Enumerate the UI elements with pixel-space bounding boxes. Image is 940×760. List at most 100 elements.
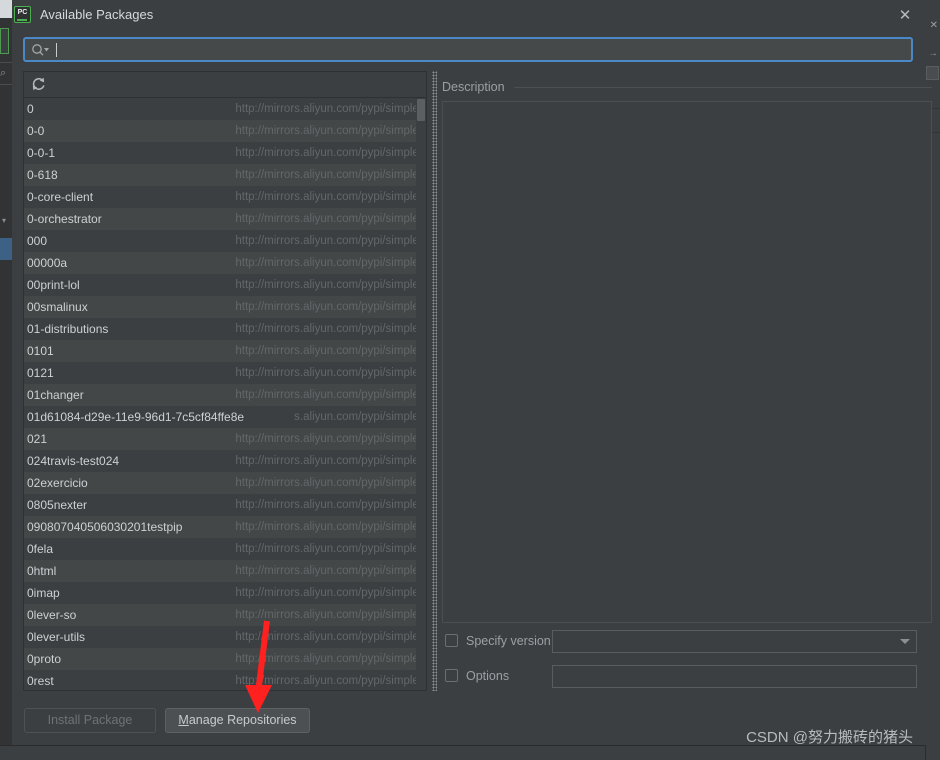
package-name: 0121 [27,366,54,380]
ide-right-arrow-icon: → [928,48,938,59]
package-repository-url: http://mirrors.aliyun.com/pypi/simple/ [235,235,422,247]
table-row[interactable]: 0-orchestrator http://mirrors.aliyun.com/… [24,208,426,230]
package-name: 0-0-1 [27,146,56,160]
table-row[interactable]: 0proto http://mirrors.aliyun.com/pypi/sim… [24,648,426,670]
table-row[interactable]: 0imap http://mirrors.aliyun.com/pypi/simp… [24,582,426,604]
package-repository-url: s.aliyun.com/pypi/simple/ [294,411,422,423]
table-row[interactable]: 0-0 http://mirrors.aliyun.com/pypi/simple… [24,120,426,142]
package-name: 02exercicio [27,476,88,490]
panel-splitter[interactable] [431,71,438,691]
package-repository-url: http://mirrors.aliyun.com/pypi/simple/ [235,609,422,621]
list-toolbar [24,72,426,98]
ide-right-close-icon: ✕ [929,20,938,31]
package-name: 0 [27,102,34,116]
package-repository-url: http://mirrors.aliyun.com/pypi/simple/ [235,565,422,577]
ide-highlight-box [0,28,9,54]
table-row[interactable]: 00print-lol http://mirrors.aliyun.com/pyp… [24,274,426,296]
table-row[interactable]: 01d61084-d29e-11e9-96d1-7c5cf84ffe8e s.al… [24,406,426,428]
package-name: 00print-lol [27,278,80,292]
package-name: 0lever-utils [27,630,86,644]
description-rule [514,87,932,88]
install-package-button[interactable]: Install Package [24,708,156,733]
options-checkbox[interactable] [445,669,458,682]
package-name: 000 [27,234,48,248]
package-repository-url: http://mirrors.aliyun.com/pypi/simple/ [235,323,422,335]
package-repository-url: http://mirrors.aliyun.com/pypi/simple/ [235,279,422,291]
table-row[interactable]: 00smalinux http://mirrors.aliyun.com/pypi… [24,296,426,318]
package-name: 0fela [27,542,54,556]
package-name: 0101 [27,344,54,358]
search-input[interactable] [61,41,905,60]
table-row[interactable]: 00000a http://mirrors.aliyun.com/pypi/sim… [24,252,426,274]
package-repository-url: http://mirrors.aliyun.com/pypi/simple/ [235,521,422,533]
table-row[interactable]: 01-distributions http://mirrors.aliyun.co… [24,318,426,340]
package-repository-url: http://mirrors.aliyun.com/pypi/simple/ [235,213,422,225]
package-repository-url: http://mirrors.aliyun.com/pypi/simple/ [235,169,422,181]
table-row[interactable]: 0121 http://mirrors.aliyun.com/pypi/simpl… [24,362,426,384]
ide-divider [0,62,12,63]
manage-repositories-button[interactable]: Manage Repositories [165,708,310,733]
package-name: 01d61084-d29e-11e9-96d1-7c5cf84ffe8e [27,410,245,424]
table-row[interactable]: 0 http://mirrors.aliyun.com/pypi/simple/ [24,98,426,120]
table-row[interactable]: 024travis-test024 http://mirrors.aliyun.c… [24,450,426,472]
package-name: 00000a [27,256,68,270]
ide-caret-icon: ▾ [2,216,7,225]
package-repository-url: http://mirrors.aliyun.com/pypi/simple/ [235,587,422,599]
specify-version-label: Specify version [466,634,551,648]
available-packages-dialog: PC Available Packages ✕ 0 http://mirrors… [12,0,932,746]
table-row[interactable]: 0101 http://mirrors.aliyun.com/pypi/simpl… [24,340,426,362]
options-label: Options [466,669,510,683]
table-row[interactable]: 0-0-1 http://mirrors.aliyun.com/pypi/simp… [24,142,426,164]
package-repository-url: http://mirrors.aliyun.com/pypi/simple/ [235,147,422,159]
table-row[interactable]: 0lever-utils http://mirrors.aliyun.com/py… [24,626,426,648]
package-rows[interactable]: 0 http://mirrors.aliyun.com/pypi/simple/0… [24,98,426,690]
version-combobox[interactable] [552,630,917,653]
description-header: Description [442,78,932,96]
chevron-down-icon[interactable] [900,639,910,644]
table-row[interactable]: 090807040506030201testpip http://mirrors.… [24,516,426,538]
ide-search-icon: ⌕ [0,67,7,79]
package-name: 021 [27,432,48,446]
csdn-watermark: CSDN @努力搬砖的猪头 [746,729,913,746]
refresh-icon[interactable] [30,76,48,93]
package-repository-url: http://mirrors.aliyun.com/pypi/simple/ [235,301,422,313]
package-name: 0rest [27,674,54,688]
options-row[interactable]: Options [445,666,565,688]
search-icon[interactable] [31,43,49,57]
description-label: Description [442,80,505,94]
ide-divider-2 [0,84,12,85]
dialog-titlebar: PC Available Packages ✕ [12,0,925,30]
package-name: 0-0 [27,124,45,138]
table-row[interactable]: 0lever-so http://mirrors.aliyun.com/pypi/… [24,604,426,626]
table-row[interactable]: 000 http://mirrors.aliyun.com/pypi/simple… [24,230,426,252]
package-repository-url: http://mirrors.aliyun.com/pypi/simple/ [235,103,422,115]
table-row[interactable]: 0fela http://mirrors.aliyun.com/pypi/simp… [24,538,426,560]
table-row[interactable]: 021 http://mirrors.aliyun.com/pypi/simple… [24,428,426,450]
table-row[interactable]: 02exercicio http://mirrors.aliyun.com/pyp… [24,472,426,494]
package-name: 0lever-so [27,608,77,622]
table-row[interactable]: 0-618 http://mirrors.aliyun.com/pypi/simp… [24,164,426,186]
splitter-grip[interactable] [432,71,437,691]
package-repository-url: http://mirrors.aliyun.com/pypi/simple/ [235,675,422,687]
list-scrollbar[interactable] [416,98,426,690]
options-input[interactable] [552,665,917,688]
list-scrollbar-thumb[interactable] [417,99,425,121]
table-row[interactable]: 0805nexter http://mirrors.aliyun.com/pypi… [24,494,426,516]
specify-version-row[interactable]: Specify version [445,631,565,653]
package-name: 0-618 [27,168,58,182]
package-name: 0html [27,564,57,578]
table-row[interactable]: 01changer http://mirrors.aliyun.com/pypi/… [24,384,426,406]
search-bar[interactable] [23,37,913,62]
specify-version-checkbox[interactable] [445,634,458,647]
package-repository-url: http://mirrors.aliyun.com/pypi/simple/ [235,543,422,555]
package-repository-url: http://mirrors.aliyun.com/pypi/simple/ [235,389,422,401]
table-row[interactable]: 0-core-client http://mirrors.aliyun.com/p… [24,186,426,208]
close-icon[interactable]: ✕ [893,4,917,28]
package-name: 0proto [27,652,62,666]
table-row[interactable]: 0html http://mirrors.aliyun.com/pypi/simp… [24,560,426,582]
package-list-panel: 0 http://mirrors.aliyun.com/pypi/simple/0… [23,71,427,691]
package-repository-url: http://mirrors.aliyun.com/pypi/simple/ [235,631,422,643]
table-row[interactable]: 0rest http://mirrors.aliyun.com/pypi/simp… [24,670,426,690]
screen: ⌕ ▾ ✕ → PC Available Packages ✕ 0 http:/… [0,0,940,760]
package-repository-url: http://mirrors.aliyun.com/pypi/simple/ [235,191,422,203]
